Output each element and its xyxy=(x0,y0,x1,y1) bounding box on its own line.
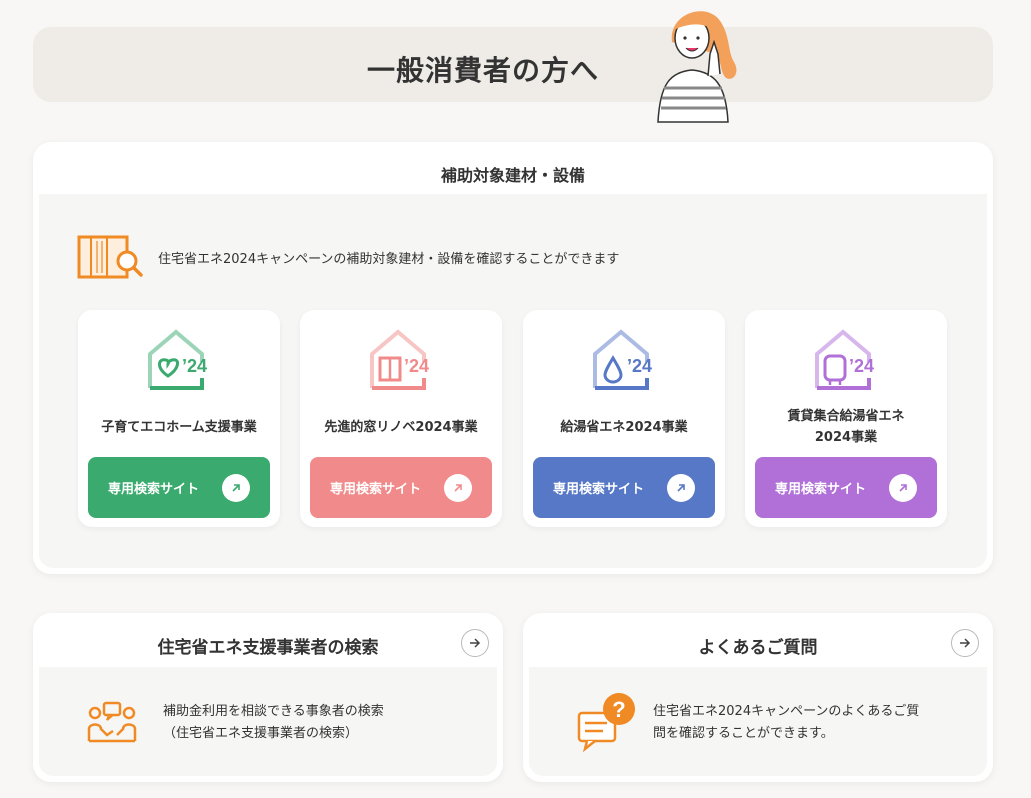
button-label: 専用検索サイト xyxy=(775,482,867,497)
contractor-line2: （住宅省エネ支援事業者の検索） xyxy=(163,726,359,742)
year-badge: ’24 xyxy=(849,356,874,376)
consultation-icon xyxy=(87,701,137,743)
card-rental-water-heater: ’24 賃貸集合給湯省エネ 2024事業 専用検索サイト xyxy=(745,310,947,527)
heart-house-icon: ’24 xyxy=(148,329,207,390)
faq-card[interactable]: よくあるご質問 ? 住宅省エネ2024キャンペーンのよくあるご質 問を確認するこ… xyxy=(523,613,993,782)
products-panel: 補助対象建材・設備 住宅省エネ2024キャンペーンの補助対象建材・設備を確認する… xyxy=(33,142,993,574)
hero-banner: 一般消費者の方へ xyxy=(33,27,993,102)
year-badge: ’24 xyxy=(627,356,652,376)
card-window-renovation: ’24 先進的窓リノベ2024事業 専用検索サイト xyxy=(300,310,502,527)
card-title: 賃貸集合給湯省エネ 2024事業 xyxy=(787,409,905,445)
arrow-right-icon[interactable] xyxy=(461,629,489,657)
search-site-button-water-heater[interactable]: 専用検索サイト xyxy=(533,457,715,518)
contractor-description: 補助金利用を相談できる事象者の検索 （住宅省エネ支援事業者の検索） xyxy=(163,701,384,745)
search-site-button-kosodate[interactable]: 専用検索サイト xyxy=(88,457,270,518)
search-site-button-rental[interactable]: 専用検索サイト xyxy=(755,457,937,518)
products-description: 住宅省エネ2024キャンペーンの補助対象建材・設備を確認することができます xyxy=(158,252,620,267)
page-title: 一般消費者の方へ xyxy=(366,54,599,87)
boiler-house-icon: ’24 xyxy=(815,329,874,390)
button-label: 専用検索サイト xyxy=(553,482,645,497)
card-kosodate-eco-home: ’24 子育てエコホーム支援事業 専用検索サイト xyxy=(78,310,280,527)
card-title: 給湯省エネ2024事業 xyxy=(560,419,688,435)
external-link-icon xyxy=(667,474,695,502)
year-badge: ’24 xyxy=(404,356,429,376)
faq-line2: 問を確認することができます。 xyxy=(653,726,834,742)
faq-title: よくあるご質問 xyxy=(698,638,818,658)
card-title: 子育てエコホーム支援事業 xyxy=(101,419,257,435)
faq-description: 住宅省エネ2024キャンペーンのよくあるご質 問を確認することができます。 xyxy=(653,701,919,745)
external-link-icon xyxy=(222,474,250,502)
question-chat-icon: ? xyxy=(577,693,635,753)
woman-illustration xyxy=(657,11,737,123)
contractor-line1: 補助金利用を相談できる事象者の検索 xyxy=(163,704,384,719)
drop-house-icon: ’24 xyxy=(593,329,652,390)
arrow-right-icon[interactable] xyxy=(951,629,979,657)
card-water-heater: ’24 給湯省エネ2024事業 専用検索サイト xyxy=(523,310,725,527)
svg-text:?: ? xyxy=(612,697,625,722)
card-title: 先進的窓リノベ2024事業 xyxy=(324,419,478,435)
external-link-icon xyxy=(444,474,472,502)
external-link-icon xyxy=(889,474,917,502)
faq-line1: 住宅省エネ2024キャンペーンのよくあるご質 xyxy=(653,704,920,719)
year-badge: ’24 xyxy=(182,356,207,376)
search-site-button-window[interactable]: 専用検索サイト xyxy=(310,457,492,518)
contractor-search-card[interactable]: 住宅省エネ支援事業者の検索 補助金利用を相談できる事象者の検索 （住宅省エネ支援… xyxy=(33,613,503,782)
window-house-icon: ’24 xyxy=(370,329,429,390)
button-label: 専用検索サイト xyxy=(108,482,200,497)
contractor-search-title: 住宅省エネ支援事業者の検索 xyxy=(157,638,379,658)
button-label: 専用検索サイト xyxy=(330,482,422,497)
catalog-search-icon xyxy=(77,235,143,279)
products-title: 補助対象建材・設備 xyxy=(440,166,585,185)
